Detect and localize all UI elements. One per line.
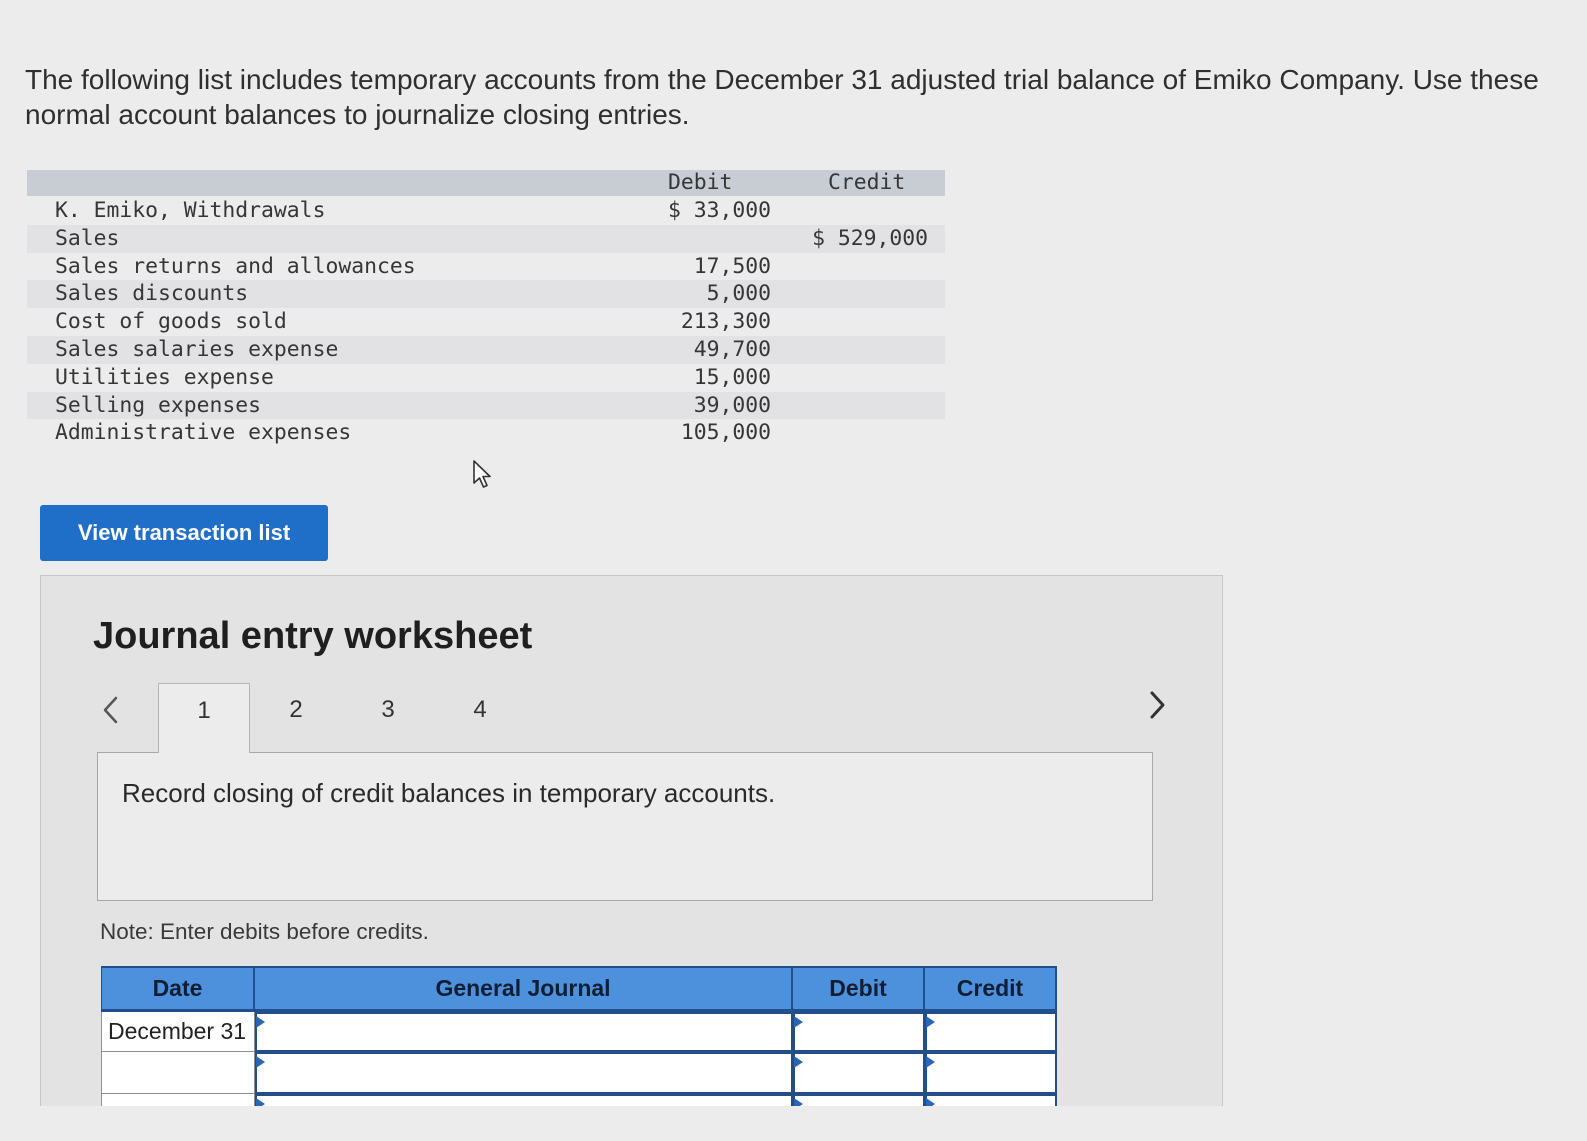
tab-1[interactable]: 1 xyxy=(158,683,250,753)
chevron-left-icon[interactable] xyxy=(101,695,121,725)
cell-flag-icon xyxy=(256,1098,265,1106)
cell-flag-icon xyxy=(794,1098,803,1106)
credit-amount: $ 529,000 xyxy=(812,225,928,251)
instruction-text: Record closing of credit balances in tem… xyxy=(122,778,776,808)
general-journal-table: Date General Journal Debit Credit Decemb… xyxy=(101,966,1057,1106)
view-transaction-list-button[interactable]: View transaction list xyxy=(40,505,328,561)
date-cell xyxy=(101,1052,255,1094)
trial-balance-row: Sales returns and allowances 17,500 xyxy=(27,253,945,281)
general-journal-cell xyxy=(255,1012,793,1052)
cell-flag-icon xyxy=(926,1016,935,1028)
debit-cell xyxy=(793,1012,925,1052)
debit-header: Debit xyxy=(668,170,733,195)
account-title-input[interactable] xyxy=(257,1096,791,1106)
cell-flag-icon xyxy=(256,1056,265,1068)
credit-input[interactable] xyxy=(927,1096,1055,1106)
trial-balance-row: Sales salaries expense 49,700 xyxy=(27,335,945,364)
credit-amount xyxy=(790,419,945,447)
account-title-input[interactable] xyxy=(257,1014,791,1050)
account-name: Selling expenses xyxy=(55,392,262,418)
account-name: Sales returns and allowances xyxy=(55,253,416,279)
credit-input[interactable] xyxy=(927,1014,1055,1050)
cell-flag-icon xyxy=(256,1016,265,1028)
debit-input[interactable] xyxy=(795,1054,923,1092)
mouse-pointer-icon xyxy=(473,460,491,488)
credit-cell xyxy=(925,1012,1057,1052)
credit-amount xyxy=(790,336,945,364)
credit-input[interactable] xyxy=(927,1054,1055,1092)
trial-balance-table: Debit Credit K. Emiko, Withdrawals $ 33,… xyxy=(27,170,945,447)
trial-balance-header: Debit Credit xyxy=(27,170,945,196)
cell-flag-icon xyxy=(926,1056,935,1068)
chevron-right-icon[interactable] xyxy=(1147,690,1167,720)
tab-4[interactable]: 4 xyxy=(434,683,526,753)
account-name: Cost of goods sold xyxy=(55,309,287,335)
debit-input[interactable] xyxy=(795,1096,923,1106)
trial-balance-row: Administrative expenses 105,000 xyxy=(27,419,945,447)
credit-column-header: Credit xyxy=(925,966,1057,1012)
debit-input[interactable] xyxy=(795,1014,923,1050)
journal-entry-worksheet: Journal entry worksheet 1 2 3 4 Record c… xyxy=(40,575,1223,1106)
debit-amount: 39,000 xyxy=(693,392,771,418)
credit-amount xyxy=(790,197,945,225)
credit-amount xyxy=(790,392,945,420)
problem-statement: The following list includes temporary ac… xyxy=(25,64,1539,130)
debit-amount xyxy=(668,225,790,253)
trial-balance-row: Utilities expense 15,000 xyxy=(27,364,945,392)
debit-amount: 5,000 xyxy=(706,281,771,307)
general-journal-column-header: General Journal xyxy=(255,966,793,1012)
debit-amount: 49,700 xyxy=(693,336,771,362)
debit-amount: 213,300 xyxy=(680,309,771,335)
debit-amount: 17,500 xyxy=(693,253,771,279)
credit-amount xyxy=(790,253,945,281)
debit-amount: 105,000 xyxy=(680,420,771,446)
account-name: Utilities expense xyxy=(55,364,274,390)
trial-balance-row: Selling expenses 39,000 xyxy=(27,391,945,420)
general-journal-cell xyxy=(255,1052,793,1094)
account-title-input[interactable] xyxy=(257,1054,791,1092)
account-name: Sales discounts xyxy=(55,281,249,307)
account-name: K. Emiko, Withdrawals xyxy=(55,198,326,223)
date-cell: December 31 xyxy=(101,1012,255,1052)
credit-cell xyxy=(925,1052,1057,1094)
general-journal-cell xyxy=(255,1094,793,1106)
date-cell xyxy=(101,1094,255,1106)
tab-2[interactable]: 2 xyxy=(250,683,342,753)
cell-flag-icon xyxy=(794,1056,803,1068)
debit-cell xyxy=(793,1052,925,1094)
trial-balance-row: Sales $ 529,000 xyxy=(27,224,945,253)
instruction-box: Record closing of credit balances in tem… xyxy=(97,752,1153,901)
credit-header: Credit xyxy=(828,170,906,195)
account-name: Administrative expenses xyxy=(55,420,352,446)
debit-cell xyxy=(793,1094,925,1106)
worksheet-title: Journal entry worksheet xyxy=(93,615,533,657)
tab-3[interactable]: 3 xyxy=(342,683,434,753)
trial-balance-row: Cost of goods sold 213,300 xyxy=(27,308,945,336)
date-column-header: Date xyxy=(101,966,255,1012)
debit-column-header: Debit xyxy=(793,966,925,1012)
credit-amount xyxy=(790,280,945,308)
debit-amount: 15,000 xyxy=(693,364,771,390)
credit-amount xyxy=(790,308,945,336)
account-name: Sales salaries expense xyxy=(55,336,339,362)
trial-balance-row: Sales discounts 5,000 xyxy=(27,280,945,309)
debit-amount: $ 33,000 xyxy=(668,198,772,223)
cell-flag-icon xyxy=(926,1098,935,1106)
account-name: Sales xyxy=(55,225,120,251)
page: The following list includes temporary ac… xyxy=(0,0,1587,1141)
trial-balance-row: K. Emiko, Withdrawals $ 33,000 xyxy=(27,197,945,225)
cell-flag-icon xyxy=(794,1016,803,1028)
credit-amount xyxy=(790,364,945,392)
entry-note: Note: Enter debits before credits. xyxy=(100,919,429,944)
credit-cell xyxy=(925,1094,1057,1106)
